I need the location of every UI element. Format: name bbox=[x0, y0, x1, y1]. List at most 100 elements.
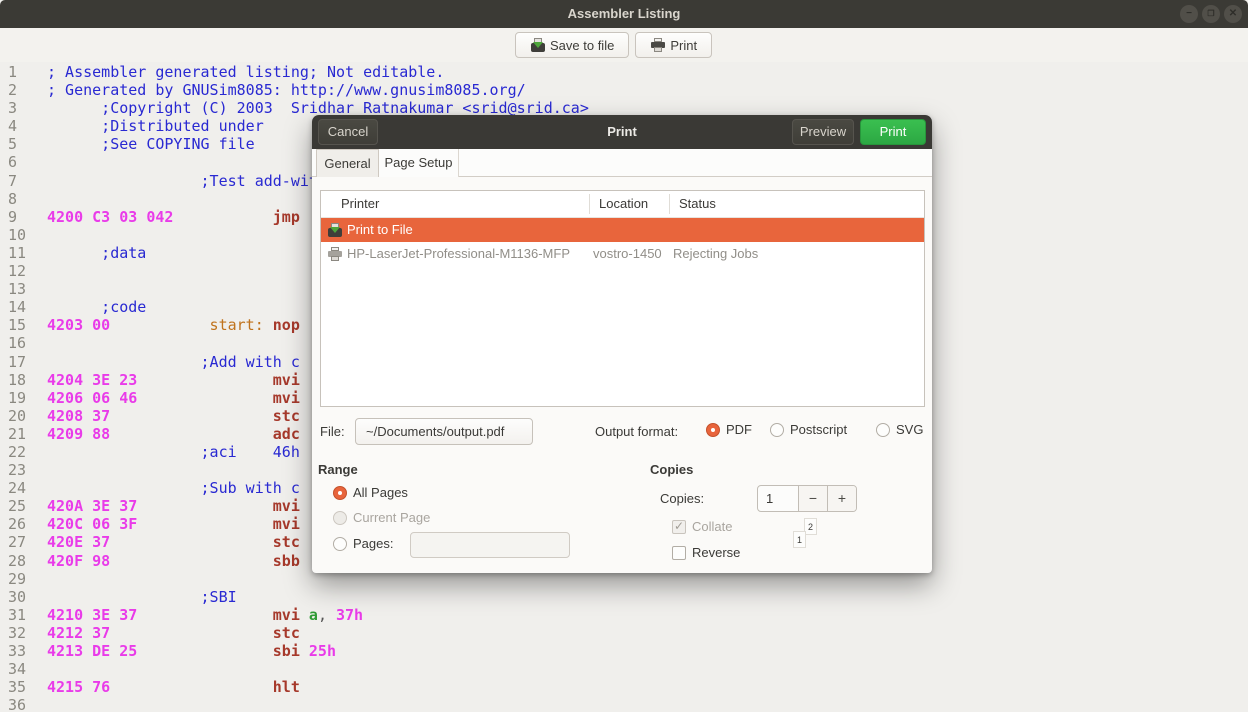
line-number: 27 bbox=[0, 533, 47, 551]
file-label: File: bbox=[320, 424, 345, 439]
line-number: 33 bbox=[0, 642, 47, 660]
range-option-all-pages[interactable]: All Pages bbox=[333, 485, 408, 500]
radio-icon[interactable] bbox=[333, 537, 347, 551]
line-number: 31 bbox=[0, 606, 47, 624]
close-icon[interactable]: ✕ bbox=[1224, 5, 1242, 23]
printer-row[interactable]: Print to File bbox=[321, 218, 924, 242]
line-number: 23 bbox=[0, 461, 47, 479]
range-option-pages[interactable]: Pages: bbox=[333, 536, 393, 551]
line-number: 7 bbox=[0, 172, 47, 190]
line-number: 35 bbox=[0, 678, 47, 696]
format-option-postscript[interactable]: Postscript bbox=[770, 422, 847, 437]
line-number: 24 bbox=[0, 479, 47, 497]
line-number: 19 bbox=[0, 389, 47, 407]
copies-heading: Copies bbox=[650, 462, 693, 477]
line-number: 18 bbox=[0, 371, 47, 389]
desktop: { "window": { "title": "Assembler Listin… bbox=[0, 0, 1248, 711]
line-number: 28 bbox=[0, 552, 47, 570]
line-number: 20 bbox=[0, 407, 47, 425]
listing-line: 324212 37 stc bbox=[0, 624, 1248, 642]
format-option-svg[interactable]: SVG bbox=[876, 422, 923, 437]
minimize-icon[interactable]: − bbox=[1180, 5, 1198, 23]
maximize-icon[interactable]: ❐ bbox=[1202, 5, 1220, 23]
line-number: 26 bbox=[0, 515, 47, 533]
radio-icon[interactable] bbox=[706, 423, 720, 437]
collate-preview-page-1: 1 bbox=[793, 531, 806, 548]
format-option-pdf[interactable]: PDF bbox=[706, 422, 752, 437]
listing-line: 34 bbox=[0, 660, 1248, 678]
print-dialog-titlebar: Cancel Print Preview Print bbox=[312, 115, 932, 149]
printer-name: Print to File bbox=[347, 218, 413, 242]
line-number: 15 bbox=[0, 316, 47, 334]
line-number: 25 bbox=[0, 497, 47, 515]
window-titlebar: Assembler Listing − ❐ ✕ bbox=[0, 0, 1248, 28]
line-number: 36 bbox=[0, 696, 47, 712]
radio-icon[interactable] bbox=[333, 486, 347, 500]
print-confirm-button[interactable]: Print bbox=[860, 119, 926, 145]
listing-line: 314210 3E 37 mvi a, 37h bbox=[0, 606, 1248, 624]
column-header-status[interactable]: Status bbox=[679, 191, 716, 217]
line-number: 21 bbox=[0, 425, 47, 443]
line-number: 34 bbox=[0, 660, 47, 678]
reverse-label: Reverse bbox=[692, 545, 740, 560]
printer-list-header: Printer Location Status bbox=[321, 191, 924, 218]
save-icon bbox=[530, 37, 546, 53]
radio-icon bbox=[333, 511, 347, 525]
range-heading: Range bbox=[318, 462, 358, 477]
preview-button[interactable]: Preview bbox=[792, 119, 854, 145]
save-to-file-button[interactable]: Save to file bbox=[515, 32, 629, 58]
printer-status: Rejecting Jobs bbox=[673, 242, 758, 266]
line-number: 22 bbox=[0, 443, 47, 461]
column-header-printer[interactable]: Printer bbox=[341, 191, 379, 217]
line-number: 11 bbox=[0, 244, 47, 262]
line-number: 2 bbox=[0, 81, 47, 99]
copies-spinbox: 1 − + bbox=[757, 485, 857, 512]
listing-line: 354215 76 hlt bbox=[0, 678, 1248, 696]
printer-list: Printer Location Status Print to FileHP-… bbox=[320, 190, 925, 407]
line-number: 8 bbox=[0, 190, 47, 208]
reverse-checkbox[interactable] bbox=[672, 546, 686, 560]
listing-line: 2; Generated by GNUSim8085: http://www.g… bbox=[0, 81, 1248, 99]
column-header-location[interactable]: Location bbox=[599, 191, 648, 217]
collate-label: Collate bbox=[692, 519, 732, 534]
toolbar: Save to file Print bbox=[0, 28, 1248, 62]
file-destination-button[interactable]: ~/Documents/output.pdf bbox=[355, 418, 533, 445]
copies-increment-button[interactable]: + bbox=[827, 486, 856, 511]
copies-value[interactable]: 1 bbox=[758, 486, 798, 511]
reverse-option[interactable]: Reverse bbox=[672, 545, 740, 560]
line-number: 6 bbox=[0, 153, 47, 171]
line-number: 16 bbox=[0, 334, 47, 352]
printer-row[interactable]: HP-LaserJet-Professional-M1136-MFP vostro… bbox=[321, 242, 924, 266]
line-number: 29 bbox=[0, 570, 47, 588]
printer-name: HP-LaserJet-Professional-M1136-MFP bbox=[347, 242, 570, 266]
line-number: 13 bbox=[0, 280, 47, 298]
radio-icon[interactable] bbox=[876, 423, 890, 437]
line-number: 5 bbox=[0, 135, 47, 153]
line-number: 3 bbox=[0, 99, 47, 117]
pages-input bbox=[410, 532, 570, 558]
tab-general[interactable]: General bbox=[316, 149, 379, 177]
printer-location: vostro-1450 bbox=[593, 242, 662, 266]
window-title: Assembler Listing bbox=[0, 0, 1248, 28]
listing-line: 30 ;SBI bbox=[0, 588, 1248, 606]
line-number: 1 bbox=[0, 63, 47, 81]
copies-label: Copies: bbox=[660, 491, 704, 506]
print-dialog-tabs: General Page Setup bbox=[312, 149, 932, 177]
line-number: 12 bbox=[0, 262, 47, 280]
collate-checkbox bbox=[672, 520, 686, 534]
line-number: 32 bbox=[0, 624, 47, 642]
line-number: 30 bbox=[0, 588, 47, 606]
print-button[interactable]: Print bbox=[635, 32, 712, 58]
radio-icon[interactable] bbox=[770, 423, 784, 437]
line-number: 9 bbox=[0, 208, 47, 226]
listing-line: 1; Assembler generated listing; Not edit… bbox=[0, 63, 1248, 81]
range-option-current-page: Current Page bbox=[333, 510, 430, 525]
copies-decrement-button[interactable]: − bbox=[798, 486, 827, 511]
line-number: 4 bbox=[0, 117, 47, 135]
line-number: 17 bbox=[0, 353, 47, 371]
listing-line: 334213 DE 25 sbi 25h bbox=[0, 642, 1248, 660]
tab-page-setup[interactable]: Page Setup bbox=[379, 149, 459, 177]
listing-line: 36 bbox=[0, 696, 1248, 712]
collate-option: Collate bbox=[672, 519, 732, 534]
line-number: 10 bbox=[0, 226, 47, 244]
